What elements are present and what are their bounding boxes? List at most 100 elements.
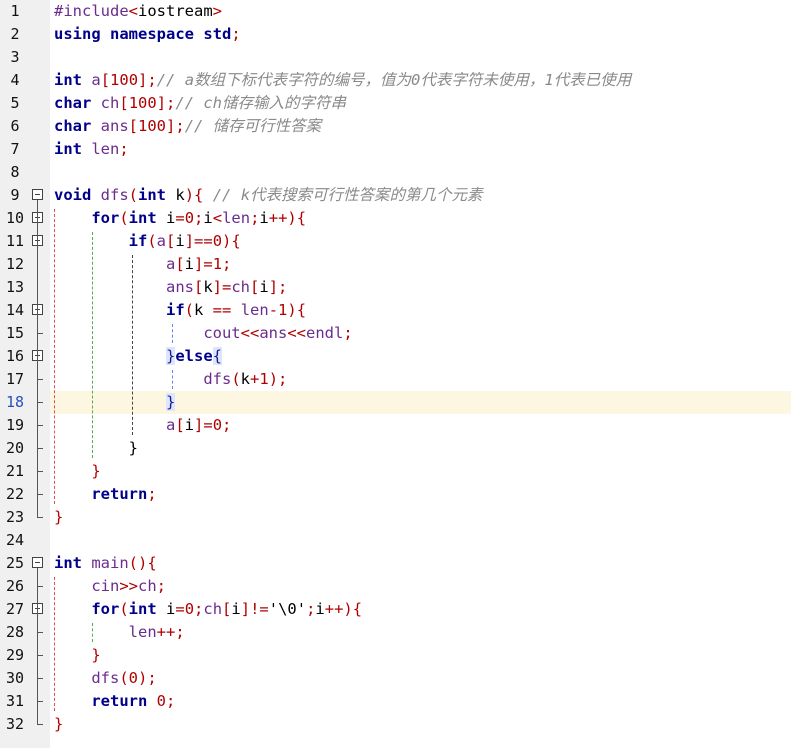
code-line-11[interactable]: 11 if(a[i]==0){ — [0, 230, 791, 253]
fold-end-marker — [37, 517, 43, 518]
code-text[interactable]: } — [54, 391, 176, 414]
code-token: ){ — [343, 600, 363, 618]
code-token: [ — [128, 117, 139, 135]
line-number: 8 — [10, 163, 20, 181]
fold-toggle-icon[interactable] — [32, 557, 43, 568]
code-token: 100 — [138, 117, 167, 135]
code-text[interactable]: }else{ — [54, 345, 222, 368]
code-token: } — [54, 715, 64, 733]
code-line-30[interactable]: 30 dfs(0); — [0, 667, 791, 690]
code-token: i — [156, 600, 176, 618]
code-line-3[interactable]: 3 — [0, 46, 791, 69]
code-text[interactable]: char ch[100];// ch储存输入的字符串 — [54, 92, 346, 115]
code-text[interactable]: } — [54, 460, 100, 483]
code-text[interactable]: return; — [54, 483, 157, 506]
code-token: '\0' — [268, 600, 307, 618]
code-text[interactable]: return 0; — [54, 690, 175, 713]
code-line-28[interactable]: 28 len++; — [0, 621, 791, 644]
code-token: ){ — [287, 301, 307, 319]
code-text[interactable]: } — [54, 506, 63, 529]
code-token: k — [240, 370, 250, 388]
code-line-7[interactable]: 7 int len; — [0, 138, 791, 161]
code-text[interactable]: int a[100];// a数组下标代表字符的编号，值为0代表字符未使用，1代… — [54, 69, 631, 92]
code-text[interactable]: } — [54, 644, 100, 667]
code-line-5[interactable]: 5 char ch[100];// ch储存输入的字符串 — [0, 92, 791, 115]
code-text[interactable]: } — [54, 437, 138, 460]
code-line-32[interactable]: 32} — [0, 713, 791, 736]
code-text[interactable]: a[i]=0; — [54, 414, 231, 437]
code-token: cin — [91, 577, 120, 595]
code-line-15[interactable]: 15 cout<<ans<<endl; — [0, 322, 791, 345]
code-text[interactable]: if(a[i]==0){ — [54, 230, 241, 253]
code-token: ; — [175, 623, 185, 641]
code-line-20[interactable]: 20 } — [0, 437, 791, 460]
code-line-19[interactable]: 19 a[i]=0; — [0, 414, 791, 437]
code-text[interactable]: dfs(k+1); — [54, 368, 287, 391]
code-line-14[interactable]: 14 if(k == len-1){ — [0, 299, 791, 322]
indent-guide — [92, 232, 93, 458]
code-text[interactable]: cout<<ans<<endl; — [54, 322, 352, 345]
code-line-13[interactable]: 13 ans[k]=ch[i]; — [0, 276, 791, 299]
code-line-24[interactable]: 24 — [0, 529, 791, 552]
code-line-25[interactable]: 25 int main(){ — [0, 552, 791, 575]
code-text[interactable]: for(int i=0;i<len;i++){ — [54, 207, 306, 230]
line-number: 1 — [10, 2, 20, 20]
code-text[interactable]: #include<iostream> — [54, 0, 222, 23]
code-line-1[interactable]: 1 #include<iostream> — [0, 0, 791, 23]
code-text[interactable]: using namespace std; — [54, 23, 241, 46]
code-line-18[interactable]: 18 } — [0, 391, 791, 414]
code-text[interactable]: int len; — [54, 138, 129, 161]
line-number: 16 — [5, 347, 25, 365]
code-line-4[interactable]: 4 int a[100];// a数组下标代表字符的编号，值为0代表字符未使用，1… — [0, 69, 791, 92]
code-token: dfs — [91, 669, 120, 687]
code-line-8[interactable]: 8 — [0, 161, 791, 184]
code-text[interactable]: dfs(0); — [54, 667, 156, 690]
code-text[interactable]: void dfs(int k){ // k代表搜索可行性答案的第几个元素 — [54, 184, 483, 207]
code-token: ]= — [194, 416, 213, 434]
code-token: [ — [166, 232, 176, 250]
code-token: a — [156, 232, 167, 250]
code-line-31[interactable]: 31 return 0; — [0, 690, 791, 713]
code-line-16[interactable]: 16 }else{ — [0, 345, 791, 368]
code-line-22[interactable]: 22 return; — [0, 483, 791, 506]
code-line-23[interactable]: 23} — [0, 506, 791, 529]
code-text[interactable]: a[i]=1; — [54, 253, 231, 276]
code-token: for — [91, 209, 120, 227]
code-token: iostream — [138, 2, 213, 20]
code-text[interactable]: cin>>ch; — [54, 575, 166, 598]
code-token: [ — [250, 278, 260, 296]
code-line-10[interactable]: 10 for(int i=0;i<len;i++){ — [0, 207, 791, 230]
code-token: ; — [194, 209, 204, 227]
line-number: 30 — [5, 669, 25, 687]
code-text[interactable]: ans[k]=ch[i]; — [54, 276, 287, 299]
code-text[interactable]: int main(){ — [54, 552, 157, 575]
line-number: 24 — [5, 531, 25, 549]
code-line-26[interactable]: 26 cin>>ch; — [0, 575, 791, 598]
code-editor[interactable]: 1 #include<iostream> 2 using namespace std;… — [0, 0, 791, 748]
code-line-27[interactable]: 27 for(int i=0;ch[i]!='\0';i++){ — [0, 598, 791, 621]
code-token: > — [212, 2, 222, 20]
code-line-6[interactable]: 6 char ans[100];// 储存可行性答案 — [0, 115, 791, 138]
code-line-21[interactable]: 21 } — [0, 460, 791, 483]
code-text[interactable]: char ans[100];// 储存可行性答案 — [54, 115, 321, 138]
code-line-2[interactable]: 2 using namespace std; — [0, 23, 791, 46]
code-line-29[interactable]: 29 } — [0, 644, 791, 667]
code-token: main — [91, 554, 129, 572]
code-text[interactable]: } — [54, 713, 63, 736]
code-token: void — [54, 186, 92, 204]
indent-guide — [172, 324, 173, 343]
code-token: ]; — [156, 94, 176, 112]
code-token: using — [54, 25, 101, 43]
code-line-17[interactable]: 17 dfs(k+1); — [0, 368, 791, 391]
indent-guide — [92, 623, 93, 642]
code-line-9[interactable]: 9 void dfs(int k){ // k代表搜索可行性答案的第几个元素 — [0, 184, 791, 207]
code-text[interactable]: len++; — [54, 621, 185, 644]
code-text[interactable]: for(int i=0;ch[i]!='\0';i++){ — [54, 598, 362, 621]
code-line-12[interactable]: 12 a[i]=1; — [0, 253, 791, 276]
code-token: ; — [147, 485, 157, 503]
fold-toggle-icon[interactable] — [32, 189, 43, 200]
code-token: [ — [222, 600, 232, 618]
